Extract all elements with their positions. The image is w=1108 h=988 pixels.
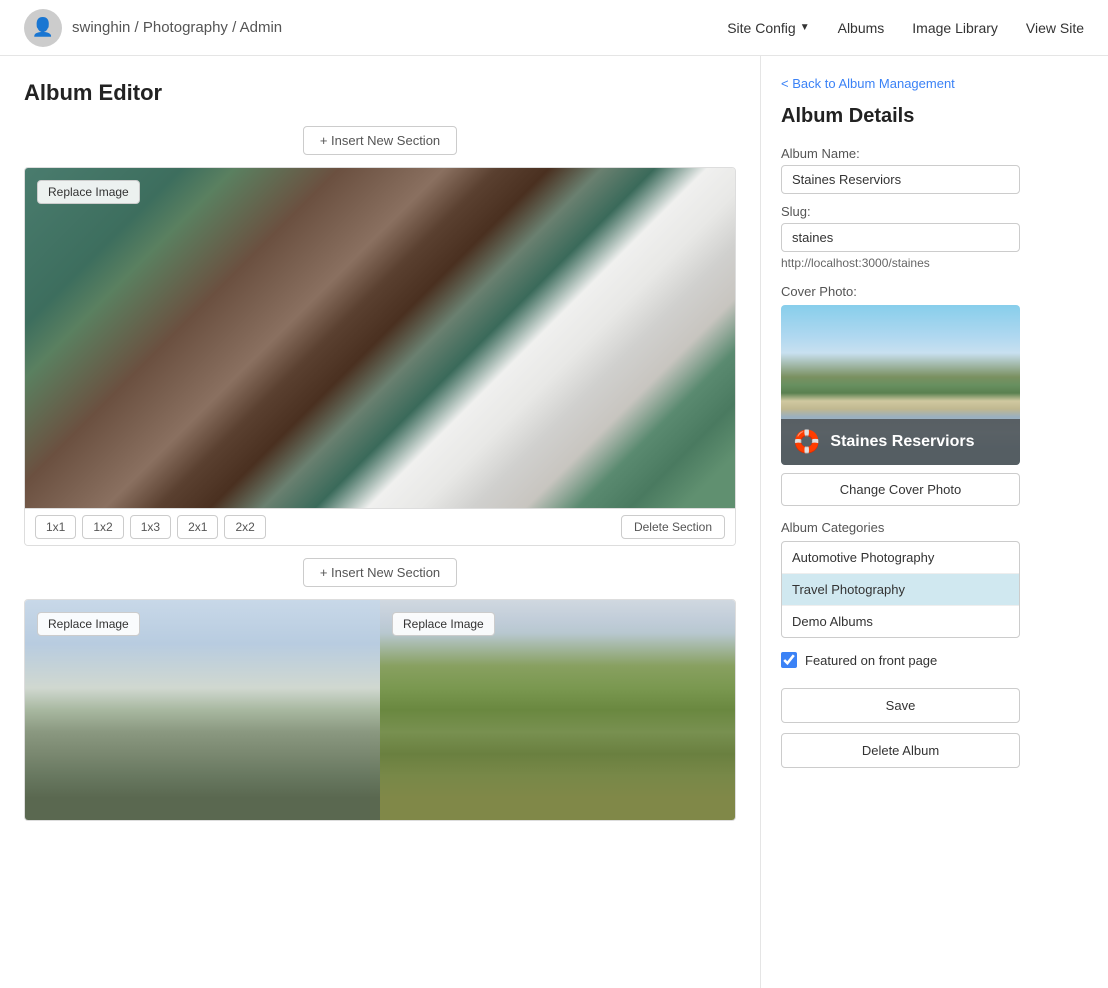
cliff-image	[25, 168, 735, 508]
lifebuoy-icon: 🛟	[793, 429, 820, 455]
view-site-link[interactable]: View Site	[1026, 20, 1084, 36]
main-layout: Album Editor + Insert New Section Replac…	[0, 56, 1108, 988]
layout-1x3-button[interactable]: 1x3	[130, 515, 171, 539]
category-item-travel[interactable]: Travel Photography	[782, 574, 1019, 606]
albums-link[interactable]: Albums	[838, 20, 885, 36]
layout-1x1-button[interactable]: 1x1	[35, 515, 76, 539]
site-config-label: Site Config	[727, 20, 795, 36]
details-title: Album Details	[781, 105, 1020, 128]
section-images-2: Replace Image Replace Image	[25, 600, 735, 820]
cover-overlay-album-name: Staines Reserviors	[830, 433, 974, 451]
featured-checkbox[interactable]	[781, 652, 797, 668]
album-name-input[interactable]	[781, 165, 1020, 194]
section-block-2: Replace Image Replace Image	[24, 599, 736, 821]
layout-2x2-button[interactable]: 2x2	[224, 515, 265, 539]
replace-image-button-2-1[interactable]: Replace Image	[37, 612, 140, 636]
cover-photo-label: Cover Photo:	[781, 284, 1020, 299]
layout-1x2-button[interactable]: 1x2	[82, 515, 123, 539]
album-categories-list: Automotive Photography Travel Photograph…	[781, 541, 1020, 638]
breadcrumb: swinghin / Photography / Admin	[72, 19, 282, 36]
header: 👤 swinghin / Photography / Admin Site Co…	[0, 0, 1108, 56]
header-nav: Site Config ▼ Albums Image Library View …	[727, 20, 1084, 36]
image-slot-2-2: Replace Image	[380, 600, 735, 820]
section-images-1: Replace Image	[25, 168, 735, 508]
cover-photo-container: 🛟 Staines Reserviors	[781, 305, 1020, 465]
delete-album-button[interactable]: Delete Album	[781, 733, 1020, 768]
editor-title: Album Editor	[24, 80, 736, 106]
image-library-link[interactable]: Image Library	[912, 20, 998, 36]
editor-panel: Album Editor + Insert New Section Replac…	[0, 56, 760, 988]
insert-section-bar-top: + Insert New Section	[24, 126, 736, 155]
album-categories-label: Album Categories	[781, 520, 1020, 535]
section-block-1: Replace Image 1x1 1x2 1x3 2x1 2x2 Delete…	[24, 167, 736, 546]
slug-url: http://localhost:3000/staines	[781, 256, 1020, 270]
category-item-demo[interactable]: Demo Albums	[782, 606, 1019, 637]
featured-label[interactable]: Featured on front page	[805, 653, 937, 668]
insert-section-button-middle[interactable]: + Insert New Section	[303, 558, 457, 587]
insert-section-button-top[interactable]: + Insert New Section	[303, 126, 457, 155]
change-cover-photo-button[interactable]: Change Cover Photo	[781, 473, 1020, 506]
dropdown-arrow-icon: ▼	[800, 22, 810, 33]
header-left: 👤 swinghin / Photography / Admin	[24, 9, 282, 47]
back-to-album-management-link[interactable]: < Back to Album Management	[781, 76, 1020, 91]
section-toolbar-1: 1x1 1x2 1x3 2x1 2x2 Delete Section	[25, 508, 735, 545]
featured-row: Featured on front page	[781, 652, 1020, 668]
details-panel: < Back to Album Management Album Details…	[760, 56, 1040, 988]
site-config-menu[interactable]: Site Config ▼	[727, 20, 809, 36]
replace-image-button-2-2[interactable]: Replace Image	[392, 612, 495, 636]
slug-input[interactable]	[781, 223, 1020, 252]
cover-photo-overlay: 🛟 Staines Reserviors	[781, 419, 1020, 465]
insert-section-bar-middle: + Insert New Section	[24, 558, 736, 587]
layout-2x1-button[interactable]: 2x1	[177, 515, 218, 539]
image-slot-1-1: Replace Image	[25, 168, 735, 508]
slug-label: Slug:	[781, 204, 1020, 219]
image-slot-2-1: Replace Image	[25, 600, 380, 820]
avatar: 👤	[24, 9, 62, 47]
save-button[interactable]: Save	[781, 688, 1020, 723]
category-item-automotive[interactable]: Automotive Photography	[782, 542, 1019, 574]
delete-section-button-1[interactable]: Delete Section	[621, 515, 725, 539]
album-name-label: Album Name:	[781, 146, 1020, 161]
replace-image-button-1-1[interactable]: Replace Image	[37, 180, 140, 204]
